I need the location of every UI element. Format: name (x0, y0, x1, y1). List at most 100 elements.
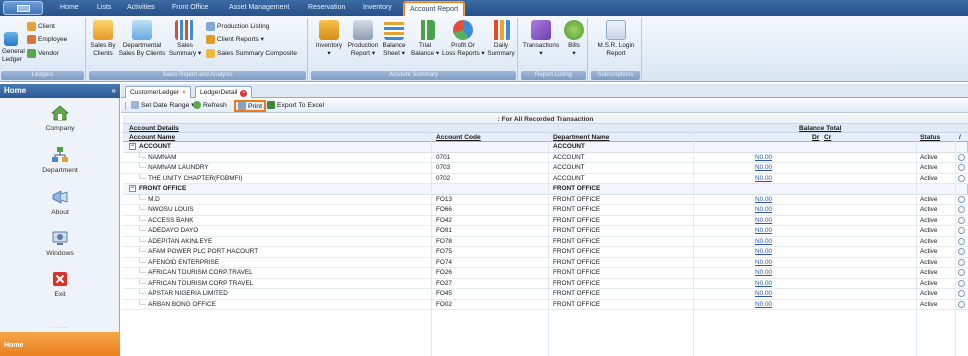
status-cell: Active (920, 153, 938, 161)
table-row[interactable]: └─ APSTAR NIGERIA LIMITED FO45 FRONT OFFICE… (123, 289, 968, 300)
print-button[interactable]: Print (234, 100, 266, 112)
departmental-sales-button[interactable]: Departmental Sales By Clients (118, 20, 166, 57)
doc-tab-ledger-detail[interactable]: LedgerDetail × (195, 86, 253, 98)
sales-summary-composite-button[interactable]: Sales Summary Composite (206, 48, 297, 59)
view-details-button[interactable] (958, 300, 967, 311)
collapse-group-icon[interactable]: − (129, 184, 136, 192)
balance-link[interactable]: N0.00 (755, 174, 835, 185)
view-details-button[interactable] (958, 205, 967, 216)
table-row[interactable]: └─ ADEDAYO DAYO FO91 FRONT OFFICE N0.00 Activ… (123, 226, 968, 237)
tab-lists[interactable]: Lists (97, 0, 111, 16)
production-report-button[interactable]: Production Report ▾ (346, 20, 380, 57)
balance-link[interactable]: N0.00 (755, 153, 835, 164)
view-details-button[interactable] (958, 237, 967, 248)
tab-activities[interactable]: Activities (127, 0, 155, 16)
tab-reservation[interactable]: Reservation (308, 0, 345, 16)
profit-or-loss-button[interactable]: Profit Or Loss Reports ▾ (442, 20, 485, 57)
table-row[interactable]: └─ AFENOID ENTERPRISE FO74 FRONT OFFICE N0.0… (123, 258, 968, 269)
client-reports-button[interactable]: Client Reports ▾ (206, 34, 264, 45)
table-row[interactable]: └─ AFRICAN TOURISM CORP TRAVEL FO27 FRONT O… (123, 279, 968, 290)
status-cell: Active (920, 164, 938, 171)
tab-account-report[interactable]: Account Report (402, 1, 466, 17)
export-to-excel-button[interactable]: Export To Excel (267, 100, 324, 112)
balance-link[interactable]: N0.00 (755, 279, 835, 290)
close-icon[interactable]: × (182, 90, 186, 96)
table-row[interactable]: └─ NAMNAM 0701 ACCOUNT N0.00 Active (123, 153, 968, 164)
view-details-button[interactable] (958, 195, 967, 206)
table-row[interactable]: └─ ARBAN BONG OFFICE FO02 FRONT OFFICE N0.00… (123, 300, 968, 311)
transactions-button[interactable]: Transactions ▾ (522, 20, 560, 57)
set-date-range-button[interactable]: Set Date Range ▾ (131, 100, 195, 112)
collapse-sidebar-icon[interactable]: « (112, 84, 116, 98)
view-details-button[interactable] (958, 163, 967, 174)
application-menu-button[interactable] (3, 1, 43, 15)
sidebar-item-about[interactable]: About (0, 186, 120, 226)
col-department-name[interactable]: Department Name (553, 133, 609, 142)
balance-link[interactable]: N0.00 (755, 300, 835, 311)
account-name-cell: └─ ADEDAYO DAYO (129, 226, 429, 237)
view-details-button[interactable] (958, 258, 967, 269)
sidebar-splitter-grip[interactable]: ....... (50, 324, 69, 330)
table-row[interactable]: └─ NAMNAM LAUNDRY 0703 ACCOUNT N0.00 Active (123, 163, 968, 174)
balance-link[interactable]: N0.00 (755, 258, 835, 269)
sidebar-footer-home[interactable]: Home (0, 332, 120, 356)
col-dr[interactable]: Dr (812, 133, 819, 142)
table-row[interactable]: └─ THE UNITY CHAPTER(FGBMFI) 0702 ACCOUNT N0… (123, 174, 968, 185)
col-account-code[interactable]: Account Code (436, 133, 481, 142)
view-details-button[interactable] (958, 226, 967, 237)
col-account-name[interactable]: Account Name (129, 133, 175, 142)
production-listing-button[interactable]: Production Listing (206, 21, 269, 32)
sidebar-item-company[interactable]: Company (0, 102, 120, 142)
view-details-button[interactable] (958, 289, 967, 300)
trial-balance-button[interactable]: Trial Balance ▾ (410, 20, 440, 57)
col-cr[interactable]: Cr (824, 133, 831, 142)
view-details-button[interactable] (958, 153, 967, 164)
balance-sheet-button[interactable]: Balance Sheet ▾ (380, 20, 408, 57)
balance-link[interactable]: N0.00 (755, 205, 835, 216)
sidebar-item-windows[interactable]: Windows (0, 227, 120, 267)
sales-summary-button[interactable]: Sales Summary ▾ (168, 20, 202, 57)
view-details-button[interactable] (958, 268, 967, 279)
balance-link[interactable]: N0.00 (755, 163, 835, 174)
balance-link[interactable]: N0.00 (755, 216, 835, 227)
table-row[interactable]: └─ AFAM POWER PLC PORT HACOURT FO75 FRONT O… (123, 247, 968, 258)
view-details-button[interactable] (958, 247, 967, 258)
vendor-ledger-button[interactable]: Vendor (27, 48, 59, 59)
client-ledger-button[interactable]: Client (27, 21, 55, 32)
tab-home[interactable]: Home (60, 0, 79, 16)
table-row[interactable]: └─ ACCESS BANK FO42 FRONT OFFICE N0.00 Active (123, 216, 968, 227)
table-row[interactable]: └─ NWOSU LOUIS FO66 FRONT OFFICE N0.00 Active (123, 205, 968, 216)
col-status[interactable]: Status (920, 133, 940, 142)
tab-asset-management[interactable]: Asset Management (229, 0, 289, 16)
group-row[interactable]: − ACCOUNT ACCOUNT (123, 142, 968, 153)
sales-by-clients-button[interactable]: Sales By Clients (90, 20, 116, 57)
daily-summary-button[interactable]: Daily Summary (486, 20, 516, 57)
sidebar-item-exit[interactable]: Exit (0, 268, 120, 308)
msr-login-report-button[interactable]: M.S.R. Login Report (593, 20, 639, 57)
bills-button[interactable]: Bills ▾ (562, 20, 586, 57)
balance-link[interactable]: N0.00 (755, 289, 835, 300)
balance-link[interactable]: N0.00 (755, 195, 835, 206)
balance-link[interactable]: N0.00 (755, 247, 835, 258)
balance-link[interactable]: N0.00 (755, 237, 835, 248)
collapse-group-icon[interactable]: − (129, 142, 136, 150)
sidebar-item-department[interactable]: Department (0, 144, 120, 184)
balance-link[interactable]: N0.00 (755, 268, 835, 279)
view-details-button[interactable] (958, 216, 967, 227)
tab-inventory[interactable]: Inventory (363, 0, 392, 16)
table-row[interactable]: └─ M.D FO13 FRONT OFFICE N0.00 Active (123, 195, 968, 206)
view-details-button[interactable] (958, 279, 967, 290)
close-icon[interactable]: × (240, 90, 248, 97)
table-row[interactable]: └─ AFRICAN TOURISM CORP.TRAVEL FO26 FRONT O… (123, 268, 968, 279)
magnifier-icon (958, 237, 965, 245)
table-row[interactable]: └─ ADEPITAN AKINLEYE FO78 FRONT OFFICE N0.00… (123, 237, 968, 248)
employee-ledger-button[interactable]: Employee (27, 34, 67, 45)
group-row[interactable]: − FRONT OFFICE FRONT OFFICE (123, 184, 968, 195)
view-details-button[interactable] (958, 174, 967, 185)
inventory-report-button[interactable]: Inventory ▾ (312, 20, 346, 57)
refresh-button[interactable]: Refresh (193, 100, 227, 112)
tab-front-office[interactable]: Front Office (172, 0, 208, 16)
balance-link[interactable]: N0.00 (755, 226, 835, 237)
general-ledger-button[interactable]: General Ledger (2, 32, 25, 63)
doc-tab-customer-ledger[interactable]: CustomerLedger × (125, 86, 191, 98)
